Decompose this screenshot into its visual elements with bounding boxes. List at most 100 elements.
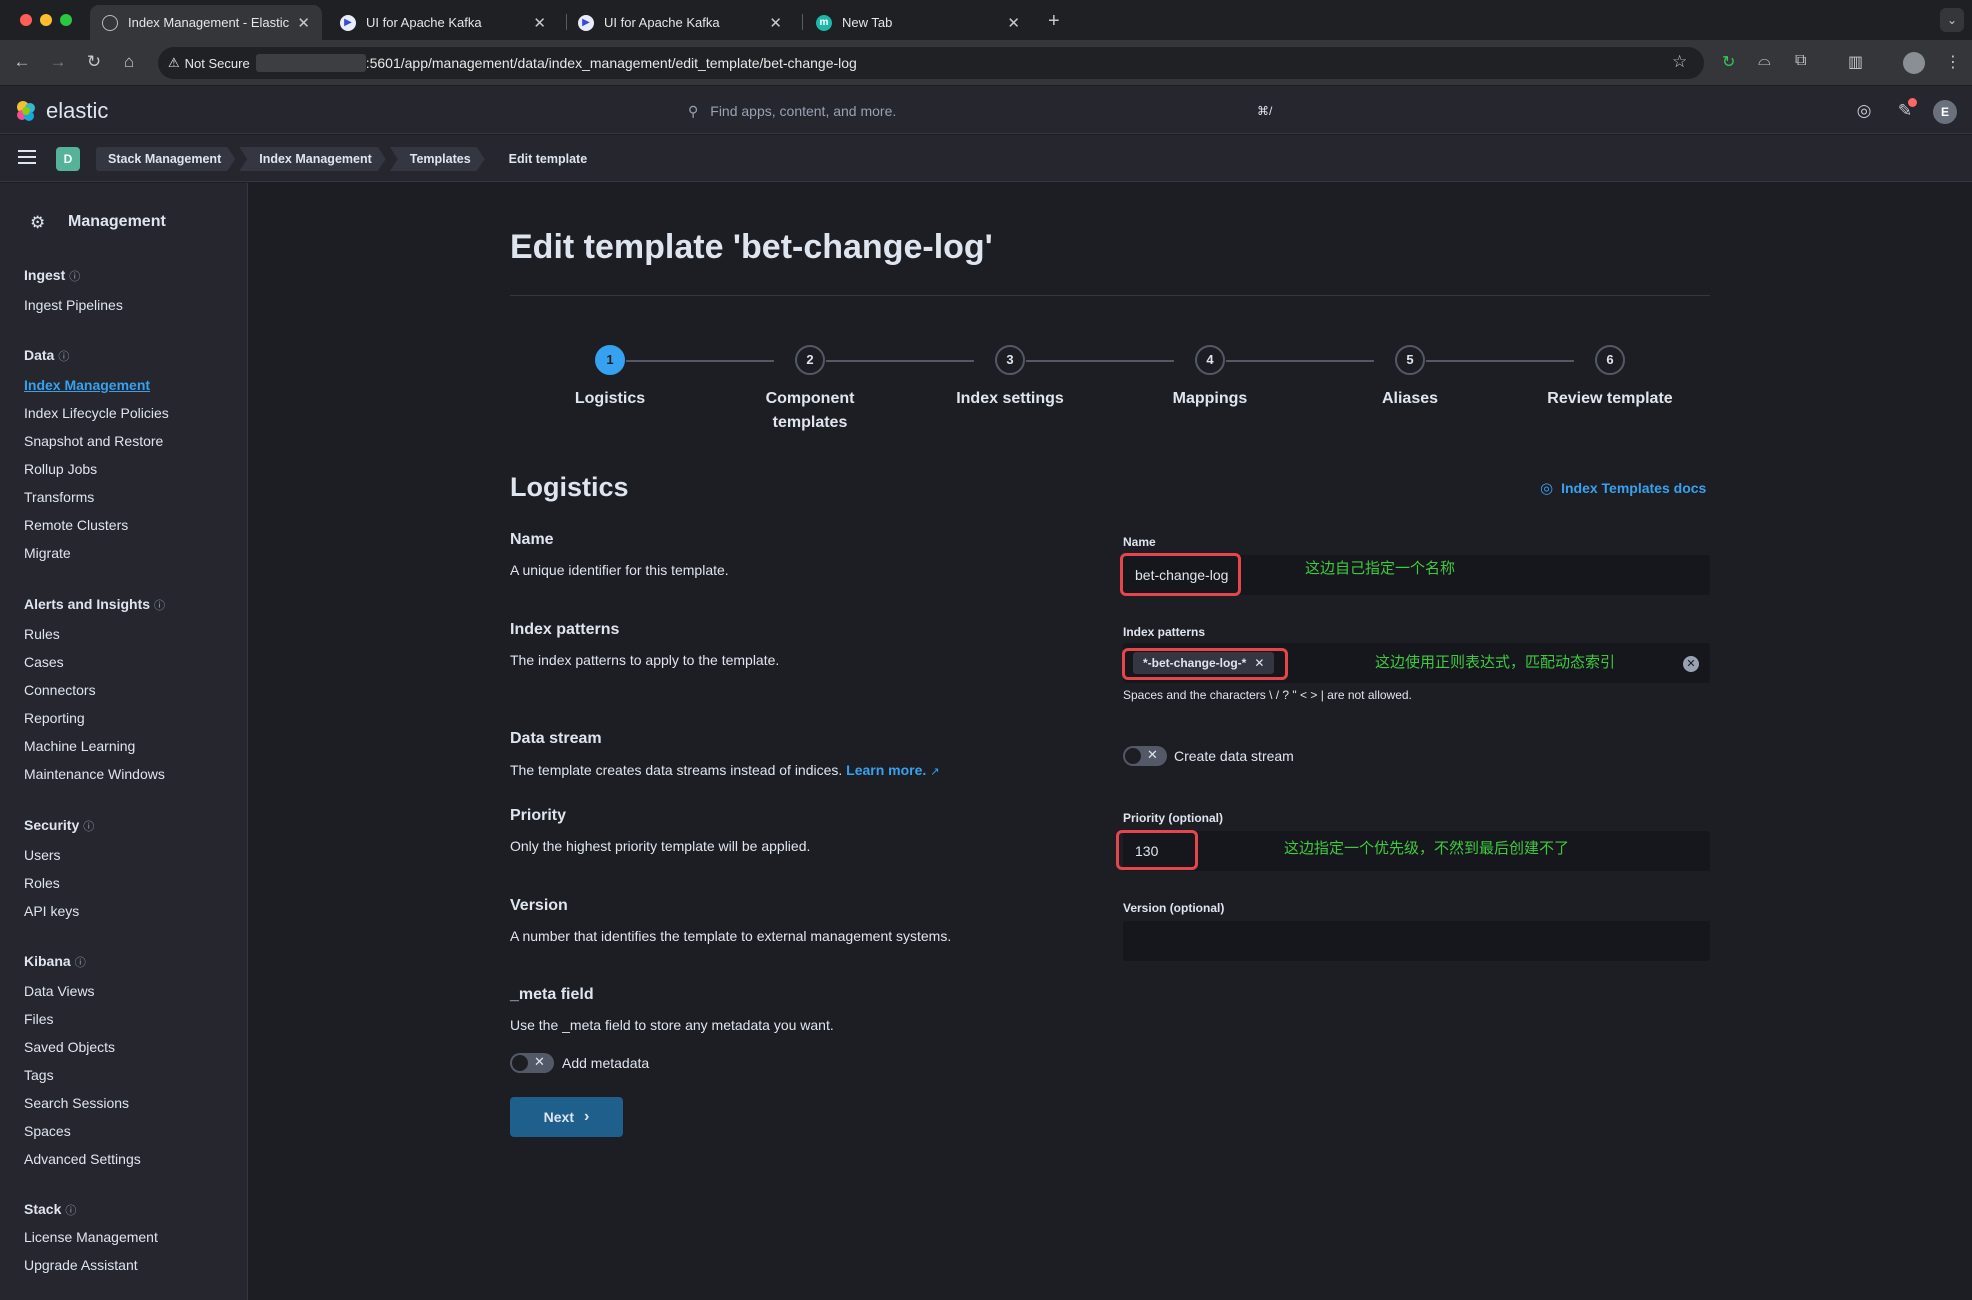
meta-title: _meta field — [510, 986, 594, 1003]
meta-description: Use the _meta field to store any metadat… — [510, 1017, 834, 1033]
close-tab-icon[interactable]: ✕ — [1007, 14, 1020, 32]
space-avatar[interactable]: D — [56, 147, 80, 171]
add-metadata-toggle[interactable]: ✕ — [510, 1053, 554, 1073]
sidebar-item-cases[interactable]: Cases — [24, 654, 64, 670]
step-label: Index settings — [956, 390, 1064, 407]
step-mappings[interactable]: 4 Mappings — [1120, 345, 1300, 411]
sidebar-item-snapshot-and-restore[interactable]: Snapshot and Restore — [24, 433, 163, 449]
home-icon[interactable]: ⌂ — [118, 51, 140, 73]
profile-avatar[interactable] — [1903, 52, 1925, 74]
news-feed-icon[interactable]: ✎ — [1894, 98, 1917, 122]
sidebar-item-reporting[interactable]: Reporting — [24, 710, 85, 726]
info-icon: ⓘ — [74, 957, 86, 969]
browser-tab-4[interactable]: m New Tab ✕ — [804, 5, 1032, 40]
notification-dot — [1908, 98, 1917, 107]
step-component-templates[interactable]: 2 Component templates — [720, 345, 900, 435]
close-tab-icon[interactable]: ✕ — [769, 14, 782, 32]
sidebar-item-maintenance-windows[interactable]: Maintenance Windows — [24, 766, 165, 782]
maximize-window-button[interactable] — [60, 14, 72, 26]
breadcrumb-templates[interactable]: Templates — [390, 147, 485, 171]
step-review-template[interactable]: 6 Review template — [1520, 345, 1700, 411]
version-label: Version (optional) — [1123, 901, 1225, 915]
sidebar-item-transforms[interactable]: Transforms — [24, 489, 94, 505]
step-label: Review template — [1547, 390, 1673, 407]
sidebar-item-migrate[interactable]: Migrate — [24, 545, 71, 561]
sidebar-item-files[interactable]: Files — [24, 1011, 54, 1027]
index-patterns-label: Index patterns — [1123, 625, 1206, 639]
forward-icon[interactable]: → — [47, 51, 69, 73]
tab-search-button[interactable]: ⌄ — [1940, 8, 1964, 32]
address-bar[interactable]: ⚠ Not Secure :5601/app/management/data/i… — [158, 47, 1704, 79]
index-patterns-title: Index patterns — [510, 621, 620, 638]
sidebar-item-index-management[interactable]: Index Management — [24, 377, 150, 393]
elastic-favicon-icon — [102, 14, 118, 31]
help-icon[interactable]: ◎ — [1853, 100, 1875, 122]
back-icon[interactable]: ← — [11, 51, 33, 73]
new-tab-button[interactable]: + — [1048, 10, 1060, 33]
sidebar-item-connectors[interactable]: Connectors — [24, 682, 96, 698]
sidebar-heading-alerts-and-insights: Alerts and Insights ⓘ — [24, 596, 166, 612]
priority-label: Priority (optional) — [1123, 811, 1223, 825]
sidebar-item-rollup-jobs[interactable]: Rollup Jobs — [24, 461, 97, 477]
sidebar-item-saved-objects[interactable]: Saved Objects — [24, 1039, 115, 1055]
sidebar-item-upgrade-assistant[interactable]: Upgrade Assistant — [24, 1257, 138, 1273]
extension-green-icon[interactable]: ↻ — [1722, 52, 1735, 72]
annotation-name: 这边自己指定一个名称 — [1305, 559, 1456, 577]
minimize-window-button[interactable] — [40, 14, 52, 26]
create-data-stream-toggle[interactable]: ✕ — [1123, 746, 1167, 766]
close-tab-icon[interactable]: ✕ — [297, 14, 310, 32]
add-metadata-label: Add metadata — [562, 1055, 650, 1071]
step-logistics[interactable]: 1 Logistics — [520, 345, 700, 411]
annotation-priority: 这边指定一个优先级，不然到最后创建不了 — [1284, 839, 1570, 857]
menu-hamburger-icon[interactable] — [18, 150, 36, 164]
elastic-logo-icon — [17, 101, 35, 121]
sidebar-item-data-views[interactable]: Data Views — [24, 983, 95, 999]
extension-glasses-icon[interactable]: ⌓ — [1758, 52, 1771, 70]
next-button[interactable]: Next › — [510, 1097, 623, 1137]
sidebar-item-rules[interactable]: Rules — [24, 626, 60, 642]
breadcrumb-index-management[interactable]: Index Management — [239, 147, 386, 171]
sidebar-item-spaces[interactable]: Spaces — [24, 1123, 71, 1139]
elastic-logo[interactable]: elastic — [14, 98, 108, 124]
breadcrumb-stack-management[interactable]: Stack Management — [96, 147, 235, 171]
sidebar-item-search-sessions[interactable]: Search Sessions — [24, 1095, 129, 1111]
sidebar-item-api-keys[interactable]: API keys — [24, 903, 79, 919]
warning-icon: ⚠ — [168, 55, 180, 70]
highlight-box — [1122, 648, 1288, 680]
sidebar-heading-data: Data ⓘ — [24, 347, 70, 363]
redacted-host — [255, 54, 366, 72]
cross-icon: ✕ — [1147, 747, 1158, 762]
sidebar-item-remote-clusters[interactable]: Remote Clusters — [24, 517, 128, 533]
sidebar-item-tags[interactable]: Tags — [24, 1067, 54, 1083]
sidebar-item-advanced-settings[interactable]: Advanced Settings — [24, 1151, 141, 1167]
help-icon: ◎ — [1540, 480, 1554, 497]
browser-tab-2[interactable]: ▶ UI for Apache Kafka ✕ — [328, 5, 558, 40]
close-tab-icon[interactable]: ✕ — [533, 14, 546, 32]
sidebar-item-license-management[interactable]: License Management — [24, 1229, 158, 1245]
browser-tab-1[interactable]: Index Management - Elastic ✕ — [90, 5, 322, 40]
clear-combobox-icon[interactable]: ✕ — [1683, 656, 1699, 672]
close-window-button[interactable] — [20, 14, 32, 26]
user-avatar[interactable]: E — [1933, 100, 1957, 124]
global-search-input[interactable]: ⚲ Find apps, content, and more. — [688, 96, 1288, 126]
sidebar-item-users[interactable]: Users — [24, 847, 61, 863]
step-index-settings[interactable]: 3 Index settings — [920, 345, 1100, 411]
browser-tab-3[interactable]: ▶ UI for Apache Kafka ✕ — [566, 5, 794, 40]
version-title: Version — [510, 897, 568, 914]
extensions-puzzle-icon[interactable]: ⧉ — [1795, 52, 1806, 70]
sidebar-item-roles[interactable]: Roles — [24, 875, 60, 891]
info-icon: ⓘ — [154, 600, 166, 612]
sidebar-item-ingest-pipelines[interactable]: Ingest Pipelines — [24, 297, 123, 313]
reading-mode-icon[interactable]: ▥ — [1848, 52, 1863, 72]
sidebar-item-machine-learning[interactable]: Machine Learning — [24, 738, 135, 754]
version-field[interactable] — [1123, 921, 1710, 961]
learn-more-link[interactable]: Learn more. — [846, 762, 926, 778]
step-aliases[interactable]: 5 Aliases — [1320, 345, 1500, 411]
data-stream-description: The template creates data streams instea… — [510, 762, 940, 778]
not-secure-indicator[interactable]: ⚠ Not Secure — [168, 55, 250, 71]
browser-menu-icon[interactable]: ⋮ — [1945, 52, 1961, 72]
sidebar-item-index-lifecycle-policies[interactable]: Index Lifecycle Policies — [24, 405, 169, 421]
bookmark-star-icon[interactable]: ☆ — [1672, 52, 1687, 72]
index-templates-docs-link[interactable]: ◎ Index Templates docs — [1540, 479, 1706, 497]
reload-icon[interactable]: ↻ — [83, 51, 105, 73]
